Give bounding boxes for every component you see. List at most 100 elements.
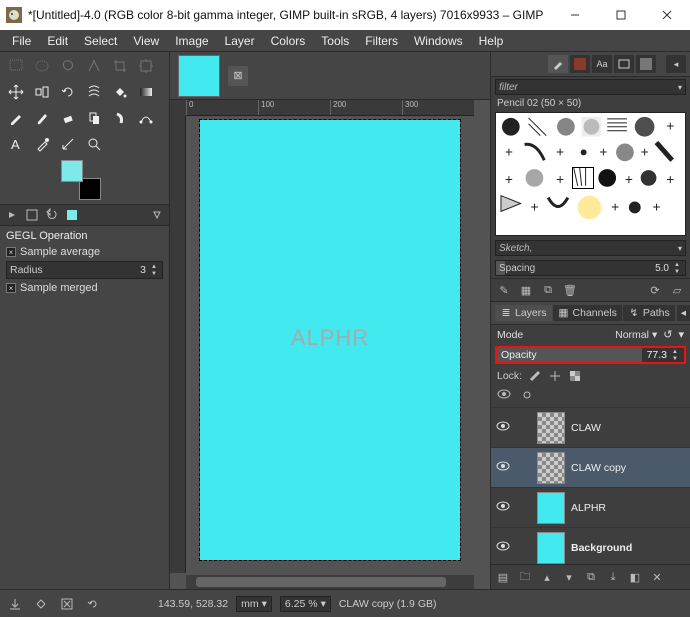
chevron-down-icon[interactable]: ▾ (678, 328, 684, 341)
reset-icon[interactable] (84, 595, 102, 613)
menu-colors[interactable]: Colors (263, 31, 314, 51)
close-button[interactable] (644, 0, 690, 30)
tab-channels[interactable]: ▦Channels (553, 305, 622, 321)
tab-gradients-icon[interactable] (636, 55, 656, 73)
tab-undo-icon[interactable] (44, 207, 60, 223)
menu-image[interactable]: Image (167, 31, 216, 51)
spacing-slider[interactable]: Spacing 5.0 ▲▼ (495, 260, 686, 276)
tool-lasso-icon[interactable] (58, 56, 78, 76)
layer-down-icon[interactable]: ▾ (559, 568, 579, 586)
tool-colorpicker-icon[interactable] (32, 134, 52, 154)
tool-pencil-icon[interactable] (6, 108, 26, 128)
layer-name[interactable]: CLAW (571, 422, 601, 434)
layer-thumb[interactable] (537, 532, 565, 564)
tool-rect-select-icon[interactable] (6, 56, 26, 76)
tool-crop-icon[interactable] (110, 56, 130, 76)
tab-images-icon[interactable] (64, 207, 80, 223)
dock-collapse-icon[interactable] (4, 207, 20, 223)
eye-icon[interactable] (495, 501, 511, 514)
tool-ellipse-select-icon[interactable] (32, 56, 52, 76)
brush-dup-icon[interactable]: ⧉ (539, 282, 557, 298)
brush-del-icon[interactable]: 🗑 (561, 282, 579, 298)
layer-name[interactable]: CLAW copy (571, 462, 626, 474)
radius-spinner[interactable]: ▲▼ (149, 263, 159, 277)
tool-brush-icon[interactable] (32, 108, 52, 128)
mode-select[interactable]: Normal▾ (615, 329, 657, 341)
menu-help[interactable]: Help (471, 31, 512, 51)
brush-preset-select[interactable]: Sketch, ▾ (495, 240, 686, 256)
layer-mask-icon[interactable]: ◧ (625, 568, 645, 586)
scrollbar-horizontal[interactable] (186, 575, 474, 589)
tool-transform-icon[interactable] (136, 56, 156, 76)
layer-thumb[interactable] (537, 412, 565, 444)
layer-dup-icon[interactable]: ⧉ (581, 568, 601, 586)
layer-new-icon[interactable]: ▤ (493, 568, 513, 586)
menu-layer[interactable]: Layer (217, 31, 263, 51)
spacing-spinner[interactable]: ▲▼ (672, 261, 682, 275)
layer-group-icon[interactable]: 🗀 (515, 568, 535, 586)
ruler-horizontal[interactable]: 0 100 200 300 (186, 100, 474, 116)
layer-name[interactable]: Background (571, 542, 632, 554)
brush-open-icon[interactable]: ▱ (668, 282, 686, 298)
tool-path-icon[interactable] (136, 108, 156, 128)
tool-fuzzy-select-icon[interactable] (84, 56, 104, 76)
eye-icon[interactable] (495, 421, 511, 434)
layers-tab-menu-icon[interactable]: ◂ (677, 305, 690, 321)
layer-thumb[interactable] (537, 492, 565, 524)
tab-fonts-icon[interactable]: Aa (592, 55, 612, 73)
minimize-button[interactable] (552, 0, 598, 30)
layer-row[interactable]: ALPHR (491, 488, 690, 528)
image-tab-thumb[interactable] (178, 55, 220, 97)
canvas[interactable]: ALPHR (186, 116, 474, 573)
tab-history-icon[interactable] (614, 55, 634, 73)
tab-brushes-icon[interactable] (548, 55, 568, 73)
ruler-corner[interactable] (170, 100, 186, 116)
layer-row[interactable]: Background (491, 528, 690, 564)
revert-icon[interactable] (32, 595, 50, 613)
opacity-spinner[interactable]: ▲▼ (670, 348, 680, 362)
layer-name[interactable]: ALPHR (571, 502, 606, 514)
brush-edit-icon[interactable]: ✎ (495, 282, 513, 298)
fg-bg-colors[interactable] (61, 160, 101, 200)
tab-patterns-icon[interactable] (570, 55, 590, 73)
lock-pixels-icon[interactable] (528, 369, 542, 383)
tool-bucket-icon[interactable] (110, 82, 130, 102)
fg-color-swatch[interactable] (61, 160, 83, 182)
close-doc-icon[interactable] (58, 595, 76, 613)
menu-select[interactable]: Select (76, 31, 125, 51)
radius-field[interactable]: Radius 3 ▲▼ (6, 261, 163, 279)
canvas-page[interactable]: ALPHR (200, 120, 460, 560)
scrollbar-thumb[interactable] (196, 577, 446, 587)
maximize-button[interactable] (598, 0, 644, 30)
layer-row[interactable]: CLAW copy (491, 448, 690, 488)
tool-warp-icon[interactable] (84, 82, 104, 102)
tab-menu-icon[interactable]: ◂ (666, 55, 686, 73)
sample-average-check[interactable]: × (6, 247, 16, 257)
sample-merged-check[interactable]: × (6, 283, 16, 293)
image-tab-close-icon[interactable]: ⊠ (228, 66, 248, 86)
brush-filter[interactable]: filter ▾ (495, 79, 686, 95)
lock-alpha-icon[interactable] (568, 369, 582, 383)
tool-smudge-icon[interactable] (110, 108, 130, 128)
menu-filters[interactable]: Filters (357, 31, 406, 51)
unit-select[interactable]: mm ▾ (236, 596, 272, 612)
layer-thumb[interactable] (537, 452, 565, 484)
tab-paths[interactable]: ↯Paths (623, 305, 675, 321)
tool-clone-icon[interactable] (84, 108, 104, 128)
mode-reset-icon[interactable]: ↺ (663, 328, 672, 341)
tab-tooloptions-icon[interactable] (24, 207, 40, 223)
tool-align-icon[interactable] (32, 82, 52, 102)
brush-new-icon[interactable]: ▦ (517, 282, 535, 298)
tool-text-icon[interactable]: A (6, 134, 26, 154)
tab-layers[interactable]: ≣Layers (495, 305, 552, 321)
menu-windows[interactable]: Windows (406, 31, 471, 51)
lock-position-icon[interactable] (548, 369, 562, 383)
save-icon[interactable] (6, 595, 24, 613)
tool-measure-icon[interactable] (58, 134, 78, 154)
ruler-vertical[interactable] (170, 116, 186, 573)
layer-del-icon[interactable]: ✕ (647, 568, 667, 586)
eye-icon[interactable] (495, 541, 511, 554)
tool-zoom-icon[interactable] (84, 134, 104, 154)
zoom-select[interactable]: 6.25 % ▾ (280, 596, 331, 612)
tool-gradient-icon[interactable] (136, 82, 156, 102)
